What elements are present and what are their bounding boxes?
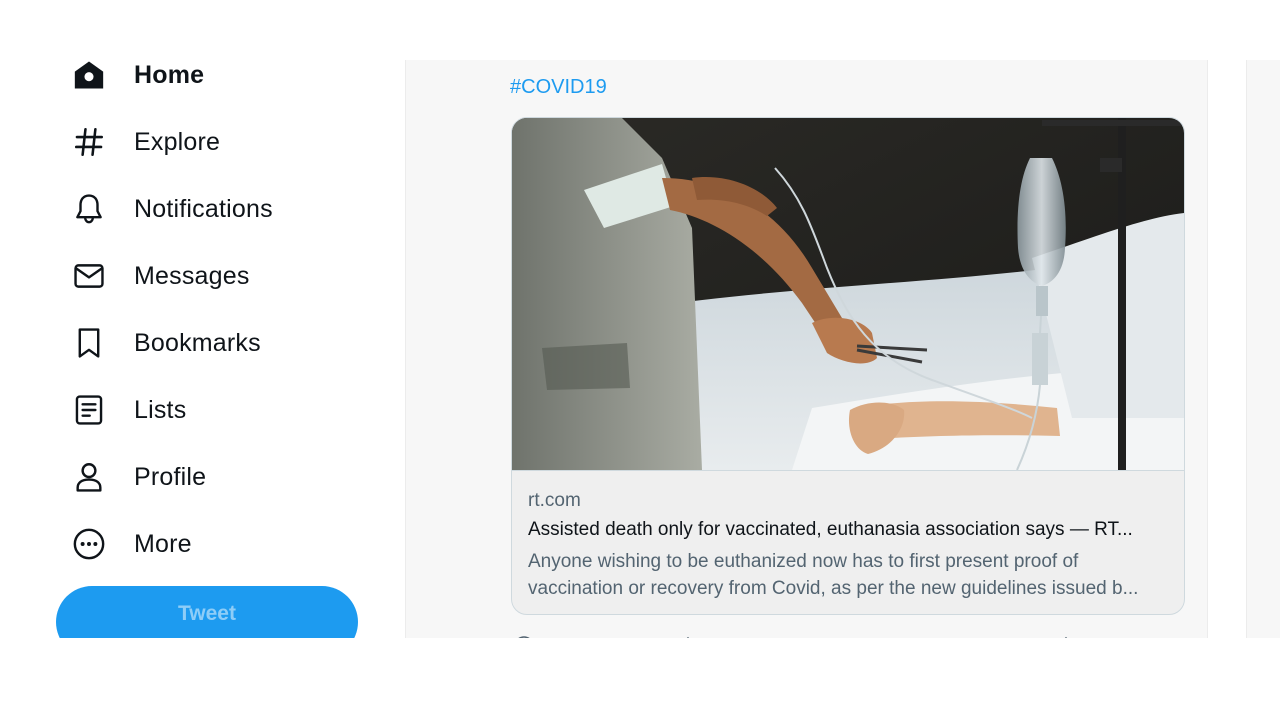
bookmark-icon xyxy=(70,324,108,362)
list-icon xyxy=(70,391,108,429)
home-icon xyxy=(70,60,108,94)
sidebar-item-more[interactable]: More xyxy=(70,524,192,564)
envelope-icon xyxy=(70,257,108,295)
sidebar-item-profile[interactable]: Profile xyxy=(70,457,206,497)
card-title: Assisted death only for vaccinated, euth… xyxy=(528,519,1133,540)
sidebar-item-label: Home xyxy=(134,60,205,89)
right-sidebar-edge xyxy=(1246,60,1280,638)
link-preview-card[interactable]: rt.com Assisted death only for vaccinate… xyxy=(511,117,1185,615)
person-icon xyxy=(70,458,108,496)
sidebar-item-label: Lists xyxy=(134,395,187,424)
sidebar-item-label: Bookmarks xyxy=(134,328,261,357)
share-icon[interactable] xyxy=(1054,634,1078,638)
sidebar-item-lists[interactable]: Lists xyxy=(70,390,186,430)
card-image xyxy=(512,118,1184,471)
sidebar-item-messages[interactable]: Messages xyxy=(70,256,250,296)
sidebar-item-label: Notifications xyxy=(134,194,273,223)
card-description: Anyone wishing to be euthanized now has … xyxy=(528,548,1168,602)
card-description-line: vaccination or recovery from Covid, as p… xyxy=(528,578,1139,599)
sidebar-item-label: Messages xyxy=(134,261,250,290)
timeline-column: #COVID19 rt.com Assisted death only for … xyxy=(405,60,1208,638)
card-domain: rt.com xyxy=(528,490,581,511)
sidebar-item-label: Profile xyxy=(134,462,207,491)
hashtag-icon xyxy=(70,123,108,161)
tweet-button[interactable]: Tweet xyxy=(56,586,358,638)
twitter-window: Home Explore Notifications Messages Book xyxy=(0,60,1280,638)
like-icon[interactable] xyxy=(868,634,892,638)
sidebar-item-explore[interactable]: Explore xyxy=(70,122,220,162)
sidebar-item-home[interactable]: Home xyxy=(70,60,204,95)
sidebar-item-label: Explore xyxy=(134,127,221,156)
sidebar-item-notifications[interactable]: Notifications xyxy=(70,189,273,229)
card-description-line: Anyone wishing to be euthanized now has … xyxy=(528,551,1079,572)
bell-icon xyxy=(70,190,108,228)
reply-icon[interactable] xyxy=(512,634,536,638)
retweet-icon[interactable] xyxy=(682,634,706,638)
hashtag-link[interactable]: #COVID19 xyxy=(510,76,607,99)
sidebar-item-bookmarks[interactable]: Bookmarks xyxy=(70,323,261,363)
sidebar-item-label: More xyxy=(134,529,192,558)
more-circle-icon xyxy=(70,525,108,563)
